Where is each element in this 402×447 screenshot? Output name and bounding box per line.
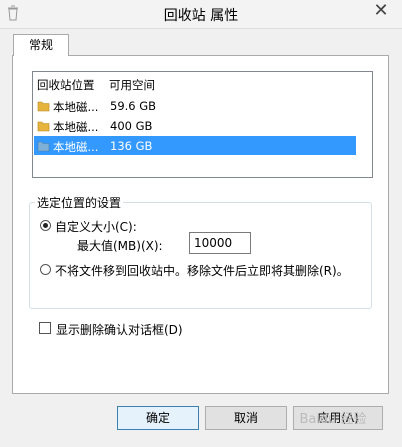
close-button[interactable]: ✕ <box>366 0 396 22</box>
location-list[interactable]: 回收站位置 可用空间 本地磁... 59.6 GB 本地磁... 400 GB … <box>32 71 373 178</box>
no-move-label[interactable]: 不将文件移到回收站中。移除文件后立即将其删除(R)。 <box>55 262 349 279</box>
list-item[interactable]: 本地磁... 59.6 GB <box>34 96 356 115</box>
no-move-radio[interactable] <box>40 264 51 275</box>
window-title: 回收站 属性 <box>163 8 239 24</box>
column-header-free-space[interactable]: 可用空间 <box>109 77 155 93</box>
list-item-name: 本地磁... <box>53 140 99 154</box>
custom-size-radio[interactable] <box>40 220 51 231</box>
column-header-location[interactable]: 回收站位置 <box>37 77 95 93</box>
list-header: 回收站位置 可用空间 <box>33 72 372 92</box>
max-size-label: 最大值(MB)(X): <box>77 239 163 253</box>
list-item-size: 59.6 GB <box>110 99 157 113</box>
max-size-input[interactable] <box>189 232 251 254</box>
confirm-delete-checkbox[interactable] <box>39 322 51 334</box>
settings-group-label: 选定位置的设置 <box>35 194 124 211</box>
folder-icon <box>37 101 50 112</box>
list-item-size: 400 GB <box>110 119 153 133</box>
ok-button[interactable]: 确定 <box>117 406 199 430</box>
watermark: Baidu 经验 <box>299 412 367 427</box>
confirm-delete-label[interactable]: 显示删除确认对话框(D) <box>56 321 183 338</box>
tab-general[interactable]: 常规 <box>13 34 69 56</box>
title-bar: 回收站 属性 ✕ <box>0 0 402 29</box>
folder-icon <box>37 121 50 132</box>
list-item-name: 本地磁... <box>53 100 99 114</box>
list-item-selected[interactable]: 本地磁... 136 GB <box>34 136 356 155</box>
list-item-name: 本地磁... <box>53 120 99 134</box>
list-item-size: 136 GB <box>110 139 153 153</box>
folder-icon <box>37 141 50 152</box>
list-item[interactable]: 本地磁... 400 GB <box>34 116 356 135</box>
custom-size-label[interactable]: 自定义大小(C): <box>55 218 137 235</box>
